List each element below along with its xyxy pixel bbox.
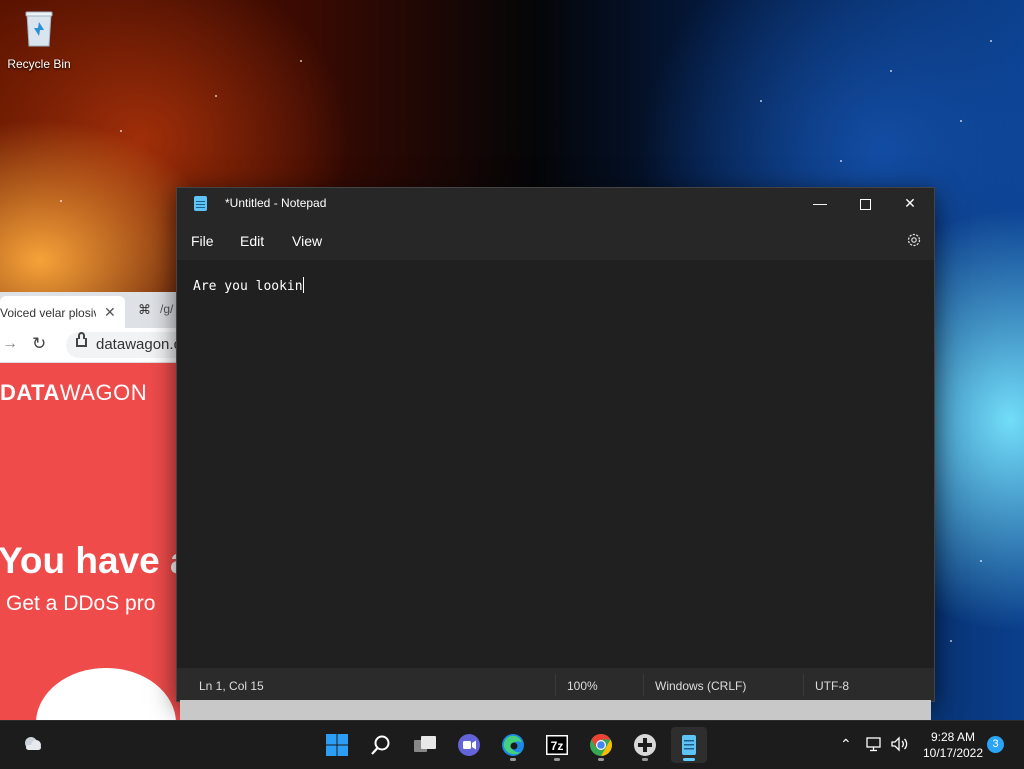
- notification-badge[interactable]: 3: [987, 736, 1004, 753]
- menu-file[interactable]: File: [191, 233, 214, 249]
- menu-bar: File Edit View: [177, 226, 934, 254]
- forward-arrow-icon[interactable]: →: [2, 335, 18, 353]
- line-ending: Windows (CRLF): [655, 679, 747, 693]
- window-behind-edge: [180, 700, 931, 720]
- menu-view[interactable]: View: [292, 233, 322, 249]
- browser-toolbar: → ↻ datawagon.com: [0, 328, 180, 363]
- maximize-button[interactable]: [842, 188, 888, 218]
- running-indicator: [598, 758, 604, 761]
- windows-logo-icon: [326, 734, 348, 756]
- lock-icon: [76, 332, 87, 347]
- zoom-level: 100%: [567, 679, 598, 693]
- running-indicator: [642, 758, 648, 761]
- show-hidden-icons-chevron-icon[interactable]: ⌃: [840, 736, 852, 753]
- 7zip-button[interactable]: 7z: [539, 727, 575, 763]
- network-icon[interactable]: [865, 735, 883, 753]
- menu-edit[interactable]: Edit: [240, 233, 264, 249]
- status-bar: Ln 1, Col 15 100% Windows (CRLF) UTF-8: [177, 668, 934, 701]
- text-editor[interactable]: Are you lookin: [177, 260, 934, 668]
- tab-close-icon[interactable]: ✕: [104, 304, 116, 321]
- status-divider: [555, 674, 556, 696]
- close-button[interactable]: ✕: [887, 188, 933, 218]
- chrome-button[interactable]: [583, 727, 619, 763]
- teams-chat-button[interactable]: [451, 727, 487, 763]
- clock-time: 9:28 AM: [930, 730, 976, 744]
- hero-headline: You have a: [0, 540, 180, 581]
- notepad-icon: [194, 196, 207, 211]
- status-divider: [643, 674, 644, 696]
- encoding: UTF-8: [815, 679, 849, 693]
- tab-favicon-icon: ⌘: [138, 302, 151, 317]
- running-indicator: [554, 758, 560, 761]
- logo-light-text: WAGON: [59, 380, 148, 405]
- site-logo[interactable]: DATAWAGON: [0, 380, 147, 406]
- running-indicator: [683, 758, 695, 761]
- svg-text:7z: 7z: [551, 739, 564, 753]
- volume-icon[interactable]: [890, 735, 910, 753]
- notepad-taskbar-button[interactable]: [671, 727, 707, 763]
- start-button[interactable]: [319, 727, 355, 763]
- minimize-button[interactable]: —: [797, 188, 843, 218]
- notepad-window[interactable]: *Untitled - Notepad — ✕ File Edit View A…: [176, 187, 935, 702]
- window-title: *Untitled - Notepad: [225, 196, 327, 210]
- minimize-icon: —: [813, 195, 827, 211]
- address-bar[interactable]: datawagon.com: [66, 332, 180, 358]
- hero-subline: Get a DDoS pro: [6, 592, 156, 615]
- recycle-bin-label: Recycle Bin: [7, 57, 71, 71]
- cursor-position: Ln 1, Col 15: [199, 679, 264, 693]
- running-indicator: [510, 758, 516, 761]
- close-icon: ✕: [904, 195, 916, 211]
- task-view-button[interactable]: [407, 727, 443, 763]
- edge-button[interactable]: [495, 727, 531, 763]
- browser-tab-strip: Voiced velar plosive ✕ ⌘ /g/: [0, 292, 180, 328]
- cloud-illustration: [36, 668, 176, 720]
- browser-window[interactable]: Voiced velar plosive ✕ ⌘ /g/ → ↻ datawag…: [0, 292, 180, 720]
- second-tab-title[interactable]: /g/: [160, 302, 173, 316]
- text-caret: [302, 277, 304, 293]
- search-icon: [371, 735, 390, 755]
- url-text: datawagon.com: [96, 336, 180, 353]
- logo-bold-text: DATA: [0, 380, 60, 405]
- search-button[interactable]: [363, 727, 399, 763]
- maximize-icon: [859, 198, 871, 210]
- title-bar[interactable]: *Untitled - Notepad — ✕: [177, 188, 934, 218]
- status-divider: [803, 674, 804, 696]
- task-view-icon: [414, 736, 436, 752]
- editor-content: Are you lookin: [193, 279, 303, 294]
- clock-date: 10/17/2022: [922, 746, 984, 760]
- chat-icon: [458, 734, 480, 756]
- taskbar: 7z ⌃ 9:28 AM 10/17/2022 3: [0, 720, 1024, 769]
- desktop-icon-recycle-bin[interactable]: Recycle Bin: [4, 8, 74, 71]
- settings-gear-icon[interactable]: [906, 232, 922, 248]
- reload-icon[interactable]: ↻: [32, 334, 46, 354]
- weather-cloud-icon[interactable]: [22, 733, 44, 755]
- tab-title: Voiced velar plosive: [0, 306, 96, 320]
- game-controller-button[interactable]: [627, 727, 663, 763]
- browser-tab-active[interactable]: Voiced velar plosive ✕: [0, 296, 125, 328]
- clock[interactable]: 9:28 AM 10/17/2022: [920, 729, 986, 761]
- recycle-bin-icon: [25, 11, 53, 47]
